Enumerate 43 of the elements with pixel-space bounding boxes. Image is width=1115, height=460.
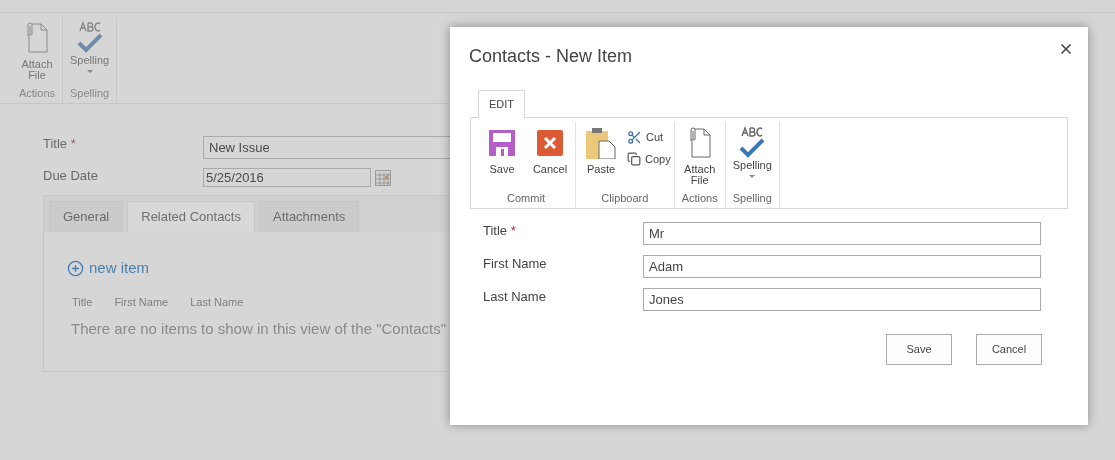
field-label: Last Name [483,288,547,306]
empty-list-message: There are no items to show in this view of the "Contacts" [70,319,447,339]
field-label: Title * [43,135,77,153]
paste-button[interactable]: Paste [579,122,623,175]
column-header: First Name [114,294,169,310]
abc-check-icon [75,21,104,53]
ribbon-group-label: Actions [680,190,719,206]
caret-icon [86,70,93,73]
text-field[interactable]: Jones [643,288,1041,311]
dialog-title: Contacts - New Item [469,45,633,68]
copy-icon [627,152,641,166]
ribbon-group-label: Actions [17,85,57,101]
paperclip-document-icon [25,22,49,54]
date-field[interactable]: 5/25/2016 [203,168,371,187]
close-button[interactable] [1058,41,1074,57]
field-label: First Name [483,255,548,273]
column-header: Last Name [190,294,244,310]
field-label: Due Date [43,167,99,185]
cut-button[interactable]: Cut [627,126,671,148]
copy-button[interactable]: Copy [627,148,671,170]
clipboard-icon [586,127,616,159]
ribbon-group-label: Clipboard [600,190,650,206]
paperclip-document-icon [687,127,712,159]
close-icon [537,130,563,156]
text-field[interactable]: Mr [643,222,1041,245]
ribbon-tab[interactable]: EDIT [478,90,526,118]
ribbon-group-label: Spelling [69,85,111,101]
caret-icon [749,175,756,178]
ribbon-group-label: Spelling [731,190,773,206]
field-label: Title * [483,222,517,240]
dialog-button[interactable]: Cancel [976,334,1042,365]
abc-check-icon [738,126,767,158]
tab[interactable]: Related Contacts [127,201,255,232]
ribbon-group-label: Commit [506,190,546,206]
column-header: Title [72,294,93,310]
scissors-icon [627,129,642,145]
calendar-icon [375,169,391,186]
text-field[interactable]: Adam [643,255,1041,278]
attach-button[interactable]: Attach File [677,122,722,186]
cancel-button[interactable]: Cancel [528,122,572,175]
dialog-button[interactable]: Save [886,334,952,365]
spelling-button[interactable]: Spelling [728,122,776,178]
plus-circle-icon [67,259,84,277]
